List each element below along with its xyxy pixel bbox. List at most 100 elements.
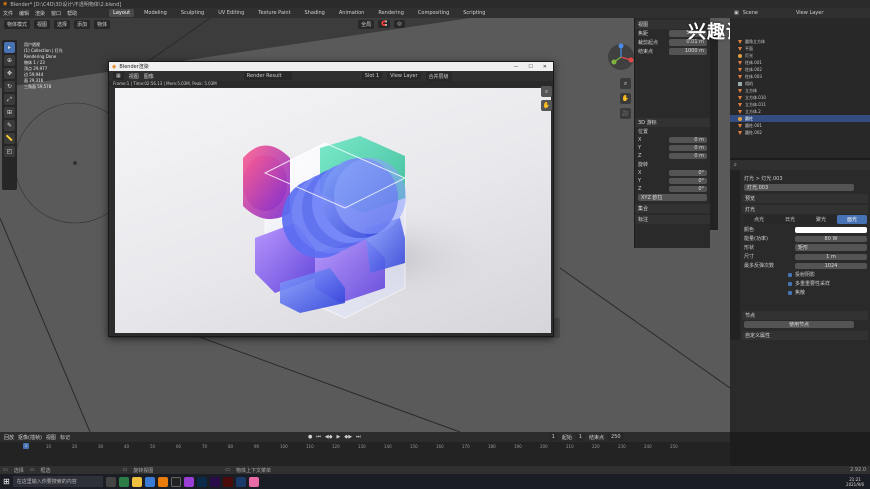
outliner-item[interactable]: 柱体.003 (730, 73, 870, 80)
section-annotation[interactable]: 标注 (635, 215, 710, 224)
outliner-item[interactable]: 立方体.2 (730, 108, 870, 115)
color-swatch[interactable] (795, 226, 867, 233)
start-frame-field[interactable]: 1 (575, 433, 586, 441)
tab-scripting[interactable]: Scripting (459, 9, 489, 17)
rotate-icon[interactable]: ↻ (4, 81, 15, 92)
select-menu[interactable]: 选择 (54, 20, 71, 29)
store-icon[interactable] (144, 476, 155, 487)
folder-icon[interactable] (131, 476, 142, 487)
outliner-item[interactable]: 立方体 (730, 87, 870, 94)
checkbox-icon[interactable] (788, 272, 792, 277)
cursor-z-field[interactable]: 0 m (669, 153, 707, 159)
properties-search-icon[interactable]: ⌕ (734, 162, 737, 168)
transform-icon[interactable]: ⊞ (4, 107, 15, 118)
annotate-icon[interactable]: ✎ (4, 120, 15, 131)
render-view-menu[interactable]: 视图 (129, 73, 139, 80)
chrome-icon[interactable] (118, 476, 129, 487)
pan-icon[interactable]: ✋ (620, 93, 631, 104)
light-name-field[interactable]: 灯光.003 (744, 184, 854, 191)
menu-edit[interactable]: 编辑 (19, 10, 29, 17)
menu-render[interactable]: 渲染 (35, 10, 45, 17)
tab-sculpting[interactable]: Sculpting (177, 9, 208, 17)
use-nodes-button[interactable]: 使用节点 (744, 321, 854, 328)
light-type-spot[interactable]: 聚光 (806, 215, 836, 224)
editor-type-icon[interactable]: ▦ (113, 72, 124, 80)
outliner-item-selected[interactable]: 圆柱 (730, 115, 870, 122)
scene-selector[interactable]: Scene (743, 10, 758, 16)
view-menu[interactable]: 视图 (34, 20, 51, 29)
slot-selector[interactable]: Slot 1 (361, 72, 383, 80)
size-field[interactable]: 1 m (795, 253, 867, 260)
next-key-icon[interactable]: ◆▶ (344, 434, 352, 440)
menu-window[interactable]: 窗口 (51, 10, 61, 17)
premiere-icon[interactable] (209, 476, 220, 487)
outliner-item[interactable]: 柱体.001 (730, 59, 870, 66)
layer-selector[interactable]: View Layer (387, 72, 421, 80)
max-bounces-field[interactable]: 1024 (795, 262, 867, 269)
play-icon[interactable]: ▶ (337, 434, 341, 440)
tab-rendering[interactable]: Rendering (374, 9, 408, 17)
playhead[interactable]: 1 (23, 443, 29, 449)
blender-taskbar-icon[interactable] (157, 476, 168, 487)
select-box-icon[interactable]: ▸ (4, 42, 15, 53)
outliner-item[interactable]: 圆柱.001 (730, 122, 870, 129)
section-custom-properties[interactable]: 自定义属性 (742, 331, 868, 340)
sidebar-tabs[interactable] (710, 30, 718, 230)
marker-menu[interactable]: 标记 (60, 434, 70, 441)
snap-icon[interactable]: 🧲 (378, 20, 391, 28)
outliner-item[interactable]: 平面 (730, 45, 870, 52)
frame-ruler[interactable]: 10 20 30 40 50 60 70 80 90 100 110 120 1… (0, 444, 730, 452)
section-light[interactable]: 灯光 (742, 205, 868, 214)
outliner-item[interactable]: 立方体.010 (730, 94, 870, 101)
minimize-icon[interactable]: — (513, 64, 518, 70)
section-nodes[interactable]: 节点 (742, 311, 868, 320)
checkbox-icon[interactable] (788, 281, 792, 286)
illustrator-icon[interactable] (222, 476, 233, 487)
outliner-item[interactable]: 圆柱.002 (730, 129, 870, 136)
section-collection[interactable]: 集合 (635, 204, 710, 213)
properties-tabs[interactable] (730, 170, 740, 340)
keying-menu[interactable]: 抠像(插帧) (18, 434, 42, 441)
playback-menu[interactable]: 回放 (4, 434, 14, 441)
view-layer-selector[interactable]: View Layer (796, 10, 823, 16)
rot-z-field[interactable]: 0° (669, 186, 707, 192)
rot-x-field[interactable]: 0° (669, 170, 707, 176)
render-window[interactable]: ◉ Blender渲染 — ☐ ✕ ▦ 视图 图像 Render Result … (108, 61, 554, 337)
menu-help[interactable]: 帮助 (67, 10, 77, 17)
end-frame-field[interactable]: 250 (608, 433, 624, 441)
menu-file[interactable]: 文件 (3, 10, 13, 17)
prev-key-icon[interactable]: ◀◆ (325, 434, 333, 440)
cursor-x-field[interactable]: 0 m (669, 137, 707, 143)
photoshop-icon[interactable] (196, 476, 207, 487)
render-image-menu[interactable]: 图像 (144, 73, 154, 80)
app-icon[interactable] (235, 476, 246, 487)
outliner-item[interactable]: 灯光 (730, 52, 870, 59)
maximize-icon[interactable]: ☐ (528, 64, 532, 70)
light-type-point[interactable]: 点光 (744, 215, 774, 224)
light-type-sun[interactable]: 日光 (775, 215, 805, 224)
cursor-icon[interactable]: ⊕ (4, 55, 15, 66)
pan-icon[interactable]: ✋ (541, 100, 552, 111)
rot-y-field[interactable]: 0° (669, 178, 707, 184)
jump-start-icon[interactable]: ⏮ (316, 434, 321, 440)
rotation-order-select[interactable]: XYZ 欧拉 (638, 194, 707, 201)
pass-selector[interactable]: 合并层级 (425, 71, 452, 81)
app-icon[interactable] (170, 476, 181, 487)
checkbox-icon[interactable] (788, 290, 792, 295)
close-icon[interactable]: ✕ (543, 64, 547, 70)
zoom-icon[interactable]: ⌕ (541, 86, 552, 97)
proportional-icon[interactable]: ◎ (394, 20, 405, 28)
power-field[interactable]: 80 W (795, 235, 867, 242)
task-view-icon[interactable] (105, 476, 116, 487)
zoom-icon[interactable]: ⌕ (620, 78, 631, 89)
image-selector[interactable]: Render Result (243, 72, 292, 80)
record-icon[interactable]: ● (308, 434, 312, 440)
scale-icon[interactable]: ⤢ (4, 94, 15, 105)
tab-shading[interactable]: Shading (301, 9, 329, 17)
app-icon[interactable] (248, 476, 259, 487)
navigation-gizmo-icon[interactable] (606, 42, 636, 72)
object-menu[interactable]: 物体 (94, 20, 111, 29)
tab-layout[interactable]: Layout (109, 9, 135, 17)
jump-end-icon[interactable]: ⏭ (356, 434, 361, 440)
cursor-y-field[interactable]: 0 m (669, 145, 707, 151)
